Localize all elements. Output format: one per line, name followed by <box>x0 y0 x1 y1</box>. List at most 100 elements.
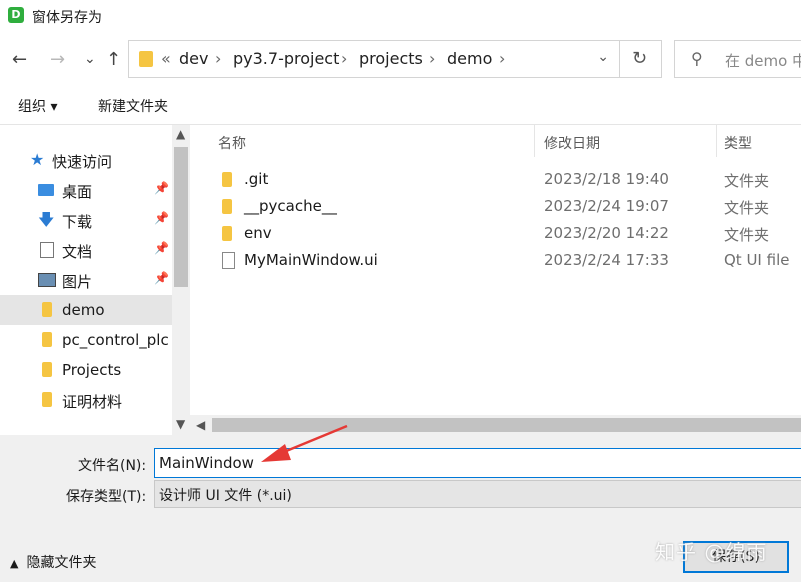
column-header-name[interactable]: 名称 <box>218 133 246 153</box>
folder-icon <box>42 362 52 377</box>
recent-locations-chevron-icon[interactable]: ⌄ <box>84 49 96 69</box>
folder-icon <box>222 226 232 241</box>
column-divider[interactable] <box>716 125 717 157</box>
back-arrow-icon[interactable]: ← <box>12 50 27 70</box>
toolbar: 组织 ▾ 新建文件夹 <box>0 86 801 125</box>
sidebar-item-certificates[interactable]: 证明材料 <box>0 385 172 415</box>
pin-icon[interactable]: 📌 <box>154 181 169 195</box>
filetype-value: 设计师 UI 文件 (*.ui) <box>159 488 292 504</box>
column-divider[interactable] <box>534 125 535 157</box>
column-header-type[interactable]: 类型 <box>724 133 752 153</box>
sidebar-item-label: 图片 <box>62 273 93 291</box>
scrollbar-thumb[interactable] <box>174 147 188 287</box>
watermark: 知乎 @绵雨 <box>655 540 768 564</box>
navigation-pane: ★ 快速访问 桌面 📌 🡇 下载 📌 文档 📌 图片 📌 demo pc_con… <box>0 125 172 435</box>
file-name: MyMainWindow.ui <box>244 251 378 269</box>
sidebar-item-label: 下载 <box>62 213 93 231</box>
sidebar-item-documents[interactable]: 文档 📌 <box>0 235 172 265</box>
sidebar-item-label: Projects <box>62 361 122 379</box>
file-name: __pycache__ <box>244 197 337 215</box>
filetype-select[interactable]: 设计师 UI 文件 (*.ui) <box>154 480 801 508</box>
file-icon <box>222 252 235 269</box>
sidebar-item-label: 桌面 <box>62 183 93 201</box>
desktop-icon <box>38 184 54 196</box>
sidebar-item-desktop[interactable]: 桌面 📌 <box>0 175 172 205</box>
folder-icon <box>42 332 52 347</box>
breadcrumb-py37-project[interactable]: py3.7-project <box>233 49 339 68</box>
file-type: 文件夹 <box>724 172 770 190</box>
up-arrow-icon[interactable]: ↑ <box>106 50 121 70</box>
sidebar-item-downloads[interactable]: 🡇 下载 📌 <box>0 205 172 235</box>
annotation-arrow-icon <box>261 424 348 462</box>
scroll-up-arrow-icon[interactable]: ▲ <box>176 127 185 141</box>
sidebar-item-demo[interactable]: demo <box>0 295 172 325</box>
title-bar: D 窗体另存为 <box>0 0 801 34</box>
document-icon <box>40 242 54 258</box>
file-type: 文件夹 <box>724 199 770 217</box>
file-modified: 2023/2/20 14:22 <box>544 224 669 242</box>
column-header-modified[interactable]: 修改日期 <box>544 133 600 153</box>
app-icon: D <box>8 7 24 23</box>
breadcrumb-projects[interactable]: projects <box>359 49 423 68</box>
address-dropdown-chevron-icon[interactable]: ⌄ <box>597 49 609 65</box>
filename-label: 文件名(N): <box>78 458 147 474</box>
download-icon: 🡇 <box>38 210 55 229</box>
breadcrumb-separator-icon[interactable]: › <box>341 49 347 68</box>
file-type: 文件夹 <box>724 226 770 244</box>
pin-icon[interactable]: 📌 <box>154 211 169 225</box>
breadcrumb-overflow-icon[interactable]: « <box>161 49 171 68</box>
forward-arrow-icon[interactable]: → <box>50 50 65 70</box>
sidebar-item-label: 证明材料 <box>62 393 123 411</box>
folder-icon <box>42 392 52 407</box>
breadcrumb-separator-icon[interactable]: › <box>215 49 221 68</box>
file-modified: 2023/2/24 17:33 <box>544 251 669 269</box>
folder-icon <box>222 172 232 187</box>
annotation-arrow-shaft <box>278 424 348 456</box>
table-row[interactable]: MyMainWindow.ui 2023/2/24 17:33 Qt UI fi… <box>218 248 801 274</box>
breadcrumb-dev[interactable]: dev <box>179 49 208 68</box>
scroll-down-arrow-icon[interactable]: ▼ <box>176 417 185 431</box>
sidebar-item-projects[interactable]: Projects <box>0 355 172 385</box>
file-modified: 2023/2/24 19:07 <box>544 197 669 215</box>
breadcrumb-separator-icon[interactable]: › <box>429 49 435 68</box>
scroll-left-arrow-icon[interactable]: ◀ <box>196 418 205 432</box>
file-type: Qt UI file <box>724 251 790 269</box>
search-placeholder: 在 demo 中 <box>725 52 801 70</box>
refresh-icon: ↻ <box>632 48 648 69</box>
refresh-button[interactable]: ↻ <box>620 40 662 78</box>
file-name: .git <box>244 170 269 188</box>
chevron-up-icon: ▲ <box>10 557 19 570</box>
hide-folders-toggle[interactable]: ▲ 隐藏文件夹 <box>10 552 96 572</box>
star-icon: ★ <box>30 150 45 169</box>
breadcrumb-separator-icon[interactable]: › <box>499 49 505 68</box>
search-input[interactable]: ⚲ 在 demo 中 <box>674 40 801 78</box>
sidebar-item-label: demo <box>62 301 105 319</box>
organize-menu-button[interactable]: 组织 ▾ <box>18 96 57 116</box>
file-name: env <box>244 224 272 242</box>
breadcrumb-demo[interactable]: demo <box>447 49 492 68</box>
table-row[interactable]: .git 2023/2/18 19:40 文件夹 <box>218 167 801 193</box>
pin-icon[interactable]: 📌 <box>154 241 169 255</box>
sidebar-item-label: pc_control_plc <box>62 331 169 349</box>
folder-icon <box>139 51 153 67</box>
filename-input[interactable] <box>154 448 801 478</box>
table-row[interactable]: env 2023/2/20 14:22 文件夹 <box>218 221 801 247</box>
picture-icon <box>38 273 56 287</box>
sidebar-item-quick-access[interactable]: ★ 快速访问 <box>0 145 172 175</box>
table-row[interactable]: __pycache__ 2023/2/24 19:07 文件夹 <box>218 194 801 220</box>
sidebar-item-label: 快速访问 <box>52 153 113 171</box>
file-modified: 2023/2/18 19:40 <box>544 170 669 188</box>
folder-icon <box>42 302 52 317</box>
filetype-label: 保存类型(T): <box>66 489 147 505</box>
sidebar-item-pc-control-plc[interactable]: pc_control_plc <box>0 325 172 355</box>
hide-folders-label: 隐藏文件夹 <box>26 555 97 571</box>
folder-icon <box>222 199 232 214</box>
search-icon: ⚲ <box>691 49 703 68</box>
address-bar[interactable]: « dev › py3.7-project › projects › demo … <box>128 40 620 78</box>
new-folder-button[interactable]: 新建文件夹 <box>98 96 168 116</box>
sidebar-item-label: 文档 <box>62 243 93 261</box>
window-title: 窗体另存为 <box>32 10 102 26</box>
sidebar-scrollbar[interactable]: ▲ ▼ <box>172 125 190 435</box>
sidebar-item-pictures[interactable]: 图片 📌 <box>0 265 172 295</box>
pin-icon[interactable]: 📌 <box>154 271 169 285</box>
